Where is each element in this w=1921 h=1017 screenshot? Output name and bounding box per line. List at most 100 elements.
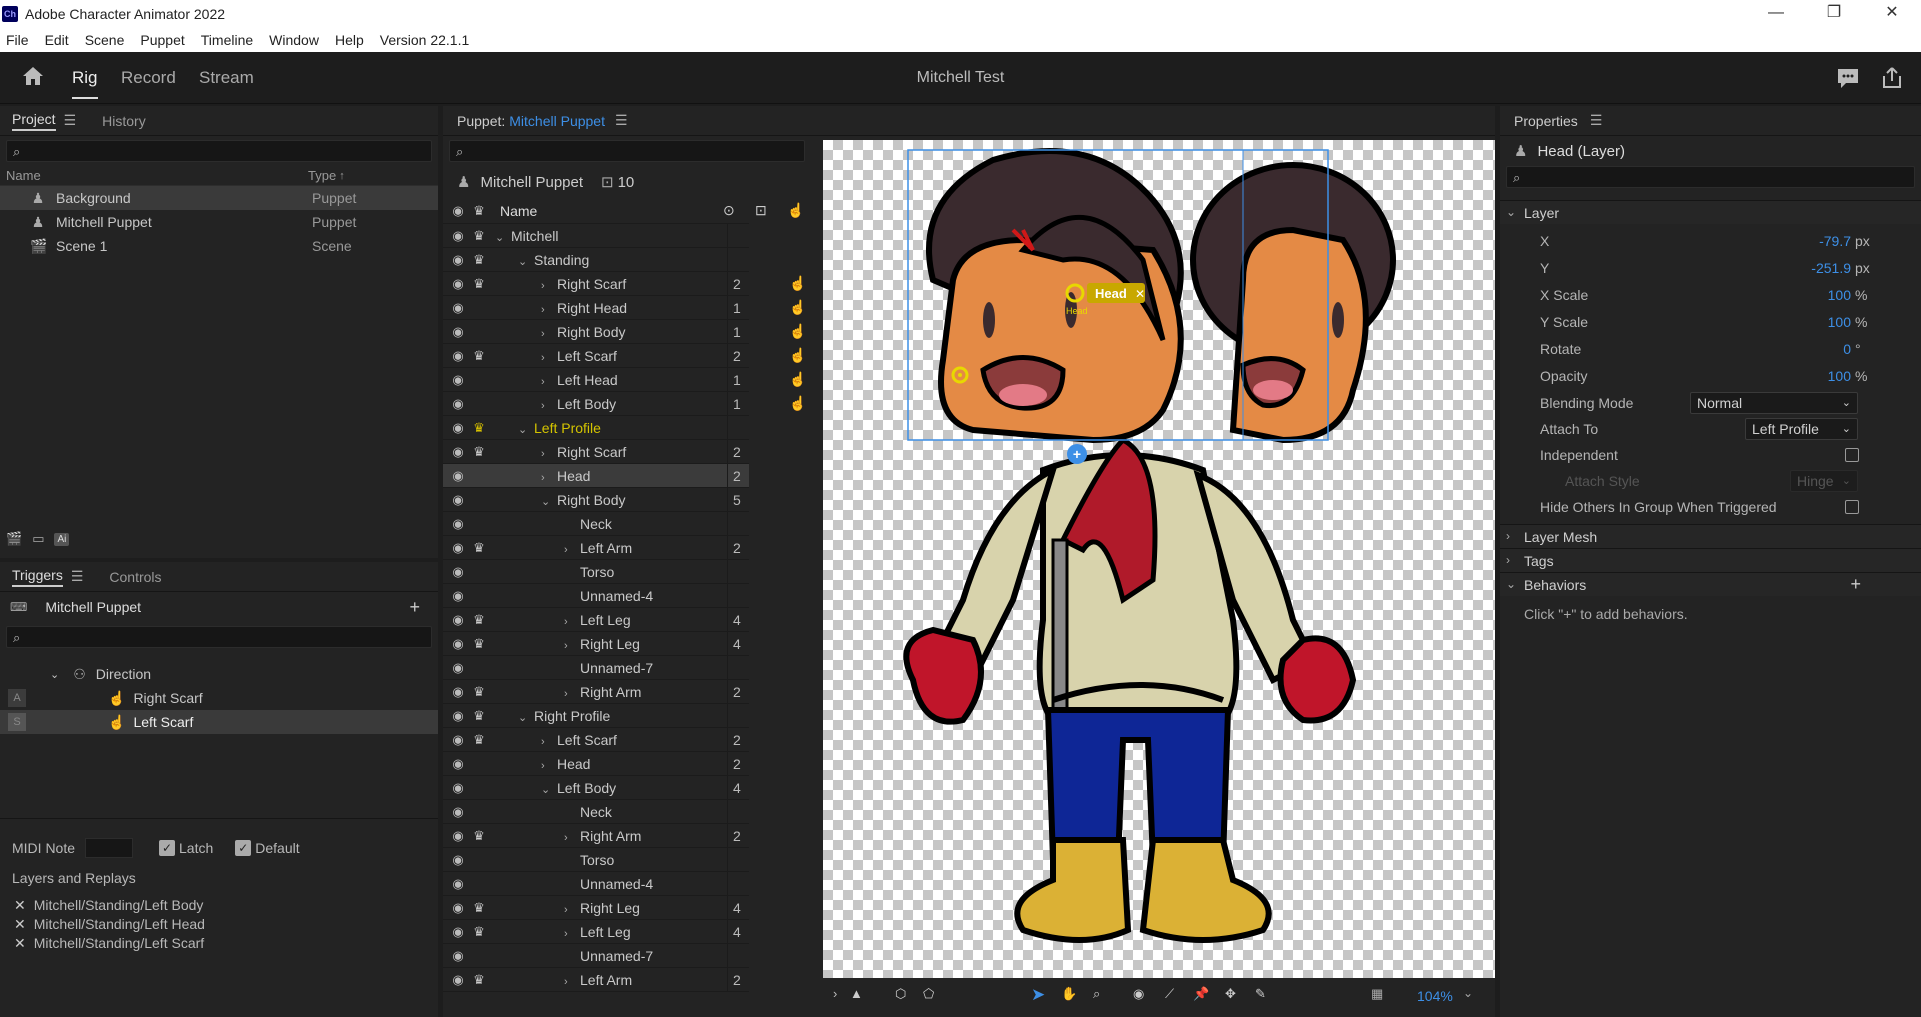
eye-icon[interactable]: ◉ — [449, 252, 467, 268]
chevron-right-icon[interactable]: › — [564, 616, 572, 628]
chevron-right-icon[interactable]: › — [564, 928, 572, 940]
tab-history[interactable]: History — [102, 113, 146, 129]
layer-row[interactable]: ◉ Torso — [443, 560, 749, 584]
layer-row[interactable]: ◉ ♛ › Right Leg 4 — [443, 632, 749, 656]
layer-row[interactable]: ◉ Torso — [443, 848, 749, 872]
eye-icon[interactable]: ◉ — [449, 516, 467, 532]
chevron-right-icon[interactable]: › — [541, 400, 549, 412]
eye-icon[interactable]: ◉ — [449, 948, 467, 964]
crown-icon[interactable]: ♛ — [471, 276, 487, 292]
eye-icon[interactable]: ◉ — [449, 420, 467, 436]
layer-row[interactable]: ◉ Unnamed-7 — [443, 944, 749, 968]
eye-icon[interactable]: ◉ — [449, 300, 467, 316]
trigger-key[interactable]: S — [8, 713, 26, 731]
layer-row[interactable]: ◉ › Left Body 1 ☝ — [443, 392, 806, 416]
trigger-row[interactable]: S ☝ Left Scarf — [0, 710, 438, 734]
chevron-down-icon[interactable]: ⌄ — [50, 668, 59, 681]
layer-row[interactable]: ◉ Neck — [443, 512, 749, 536]
menu-help[interactable]: Help — [335, 32, 364, 48]
property-value[interactable]: -251.9 — [1811, 260, 1851, 276]
crown-icon[interactable]: ♛ — [471, 252, 487, 268]
trigger-hand-icon[interactable]: ☝ — [789, 395, 806, 412]
eye-icon[interactable]: ◉ — [449, 564, 467, 580]
chevron-right-icon[interactable]: › — [564, 640, 572, 652]
transparency-grid-icon[interactable]: ▦ — [1371, 986, 1383, 1002]
layer-row[interactable]: ◉ ♛ › Right Leg 4 — [443, 896, 749, 920]
crown-icon[interactable]: ♛ — [471, 444, 487, 460]
layer-row[interactable]: ◉ Unnamed-4 — [443, 872, 749, 896]
trigger-hand-icon[interactable]: ☝ — [789, 275, 806, 292]
illustrator-icon[interactable]: Ai — [54, 532, 70, 546]
layer-row[interactable]: ◉ ⌄ Left Body 4 — [443, 776, 749, 800]
section-behaviors[interactable]: ⌄ Behaviors + — [1500, 572, 1921, 596]
hide-others-checkbox[interactable] — [1845, 500, 1859, 514]
eye-icon[interactable]: ◉ — [449, 780, 467, 796]
property-value[interactable]: 0 — [1843, 341, 1851, 357]
chevron-right-icon[interactable]: › — [564, 544, 572, 556]
remove-icon[interactable]: ✕ — [14, 935, 26, 951]
stick-tool-icon[interactable]: ⟋ — [1165, 986, 1174, 1002]
chevron-right-icon[interactable]: › — [1506, 553, 1510, 567]
hand-tool-icon[interactable]: ✋ — [1061, 986, 1077, 1002]
panel-menu-icon[interactable]: ☰ — [1590, 112, 1603, 129]
zoom-dropdown-icon[interactable]: ⌄ — [1463, 986, 1473, 1000]
chevron-right-icon[interactable]: › — [541, 352, 549, 364]
dragger-tool-icon[interactable]: ✥ — [1225, 986, 1236, 1002]
eye-icon[interactable]: ◉ — [449, 660, 467, 676]
remove-icon[interactable]: ✕ — [14, 916, 26, 932]
layer-replay-item[interactable]: ✕ Mitchell/Standing/Left Head — [14, 915, 205, 934]
type-column-header[interactable]: Type — [308, 168, 336, 183]
layer-row[interactable]: ◉ › Right Head 1 ☝ — [443, 296, 806, 320]
eye-icon[interactable]: ◉ — [449, 348, 467, 364]
add-trigger-icon[interactable]: + — [409, 597, 420, 618]
puppet-title-link[interactable]: Mitchell Puppet — [509, 113, 605, 129]
trigger-hand-icon[interactable]: ☝ — [789, 371, 806, 388]
eye-icon[interactable]: ◉ — [449, 588, 467, 604]
share-icon[interactable] — [1880, 66, 1904, 90]
eye-icon[interactable]: ◉ — [449, 852, 467, 868]
chevron-down-icon[interactable]: ⌄ — [495, 231, 504, 244]
layer-row[interactable]: ◉ ♛ › Left Leg 4 — [443, 920, 749, 944]
property-value[interactable]: 100 — [1828, 287, 1851, 303]
menu-edit[interactable]: Edit — [45, 32, 69, 48]
trigger-group-row[interactable]: ⌄ ⚇ Direction — [0, 662, 438, 686]
crown-icon[interactable]: ♛ — [471, 828, 487, 844]
select-tool-icon[interactable]: ➤ — [1031, 985, 1045, 1005]
eye-icon[interactable]: ◉ — [449, 900, 467, 916]
layer-row[interactable]: ◉ ♛ › Right Scarf 2 — [443, 440, 749, 464]
chevron-right-icon[interactable]: › — [541, 760, 549, 772]
puppet-search-input[interactable]: ⌕ — [449, 140, 805, 162]
pin-tool-icon[interactable]: 📌 — [1193, 986, 1209, 1002]
section-layer-mesh[interactable]: › Layer Mesh — [1500, 524, 1921, 548]
eye-icon[interactable]: ◉ — [449, 708, 467, 724]
close-icon[interactable]: ✕ — [1863, 0, 1921, 28]
project-item[interactable]: 🎬 Scene 1 Scene — [0, 234, 438, 258]
chevron-down-icon[interactable]: ⌄ — [518, 255, 527, 268]
default-checkbox[interactable]: ✓ — [235, 840, 252, 856]
project-search-input[interactable]: ⌕ — [6, 140, 432, 162]
eye-icon[interactable]: ◉ — [449, 372, 467, 388]
layer-row[interactable]: ◉ ⌄ Right Body 5 — [443, 488, 749, 512]
eye-icon[interactable]: ◉ — [449, 540, 467, 556]
eye-icon[interactable]: ◉ — [449, 684, 467, 700]
latch-checkbox[interactable]: ✓ — [159, 840, 176, 856]
zoom-tool-icon[interactable]: ⌕ — [1093, 986, 1100, 1002]
eye-icon[interactable]: ◉ — [449, 876, 467, 892]
crown-icon[interactable]: ♛ — [471, 708, 487, 724]
menu-timeline[interactable]: Timeline — [201, 32, 253, 48]
eye-icon[interactable]: ◉ — [449, 468, 467, 484]
eye-icon[interactable]: ◉ — [449, 972, 467, 988]
crown-icon[interactable]: ♛ — [471, 684, 487, 700]
menu-scene[interactable]: Scene — [85, 32, 125, 48]
layer-row[interactable]: ◉ ♛ › Right Arm 2 — [443, 680, 749, 704]
chevron-down-icon[interactable]: ⌄ — [541, 495, 550, 508]
crown-icon[interactable]: ♛ — [471, 612, 487, 628]
menu-window[interactable]: Window — [269, 32, 319, 48]
chevron-right-icon[interactable]: › — [541, 448, 549, 460]
chevron-right-icon[interactable]: › — [541, 328, 549, 340]
layer-row[interactable]: ◉ Unnamed-4 — [443, 584, 749, 608]
eye-icon[interactable]: ◉ — [449, 228, 467, 244]
crown-icon[interactable]: ♛ — [471, 228, 487, 244]
layer-row[interactable]: ◉ ♛ ⌄ Mitchell — [443, 224, 749, 248]
midi-note-input[interactable] — [85, 838, 134, 858]
